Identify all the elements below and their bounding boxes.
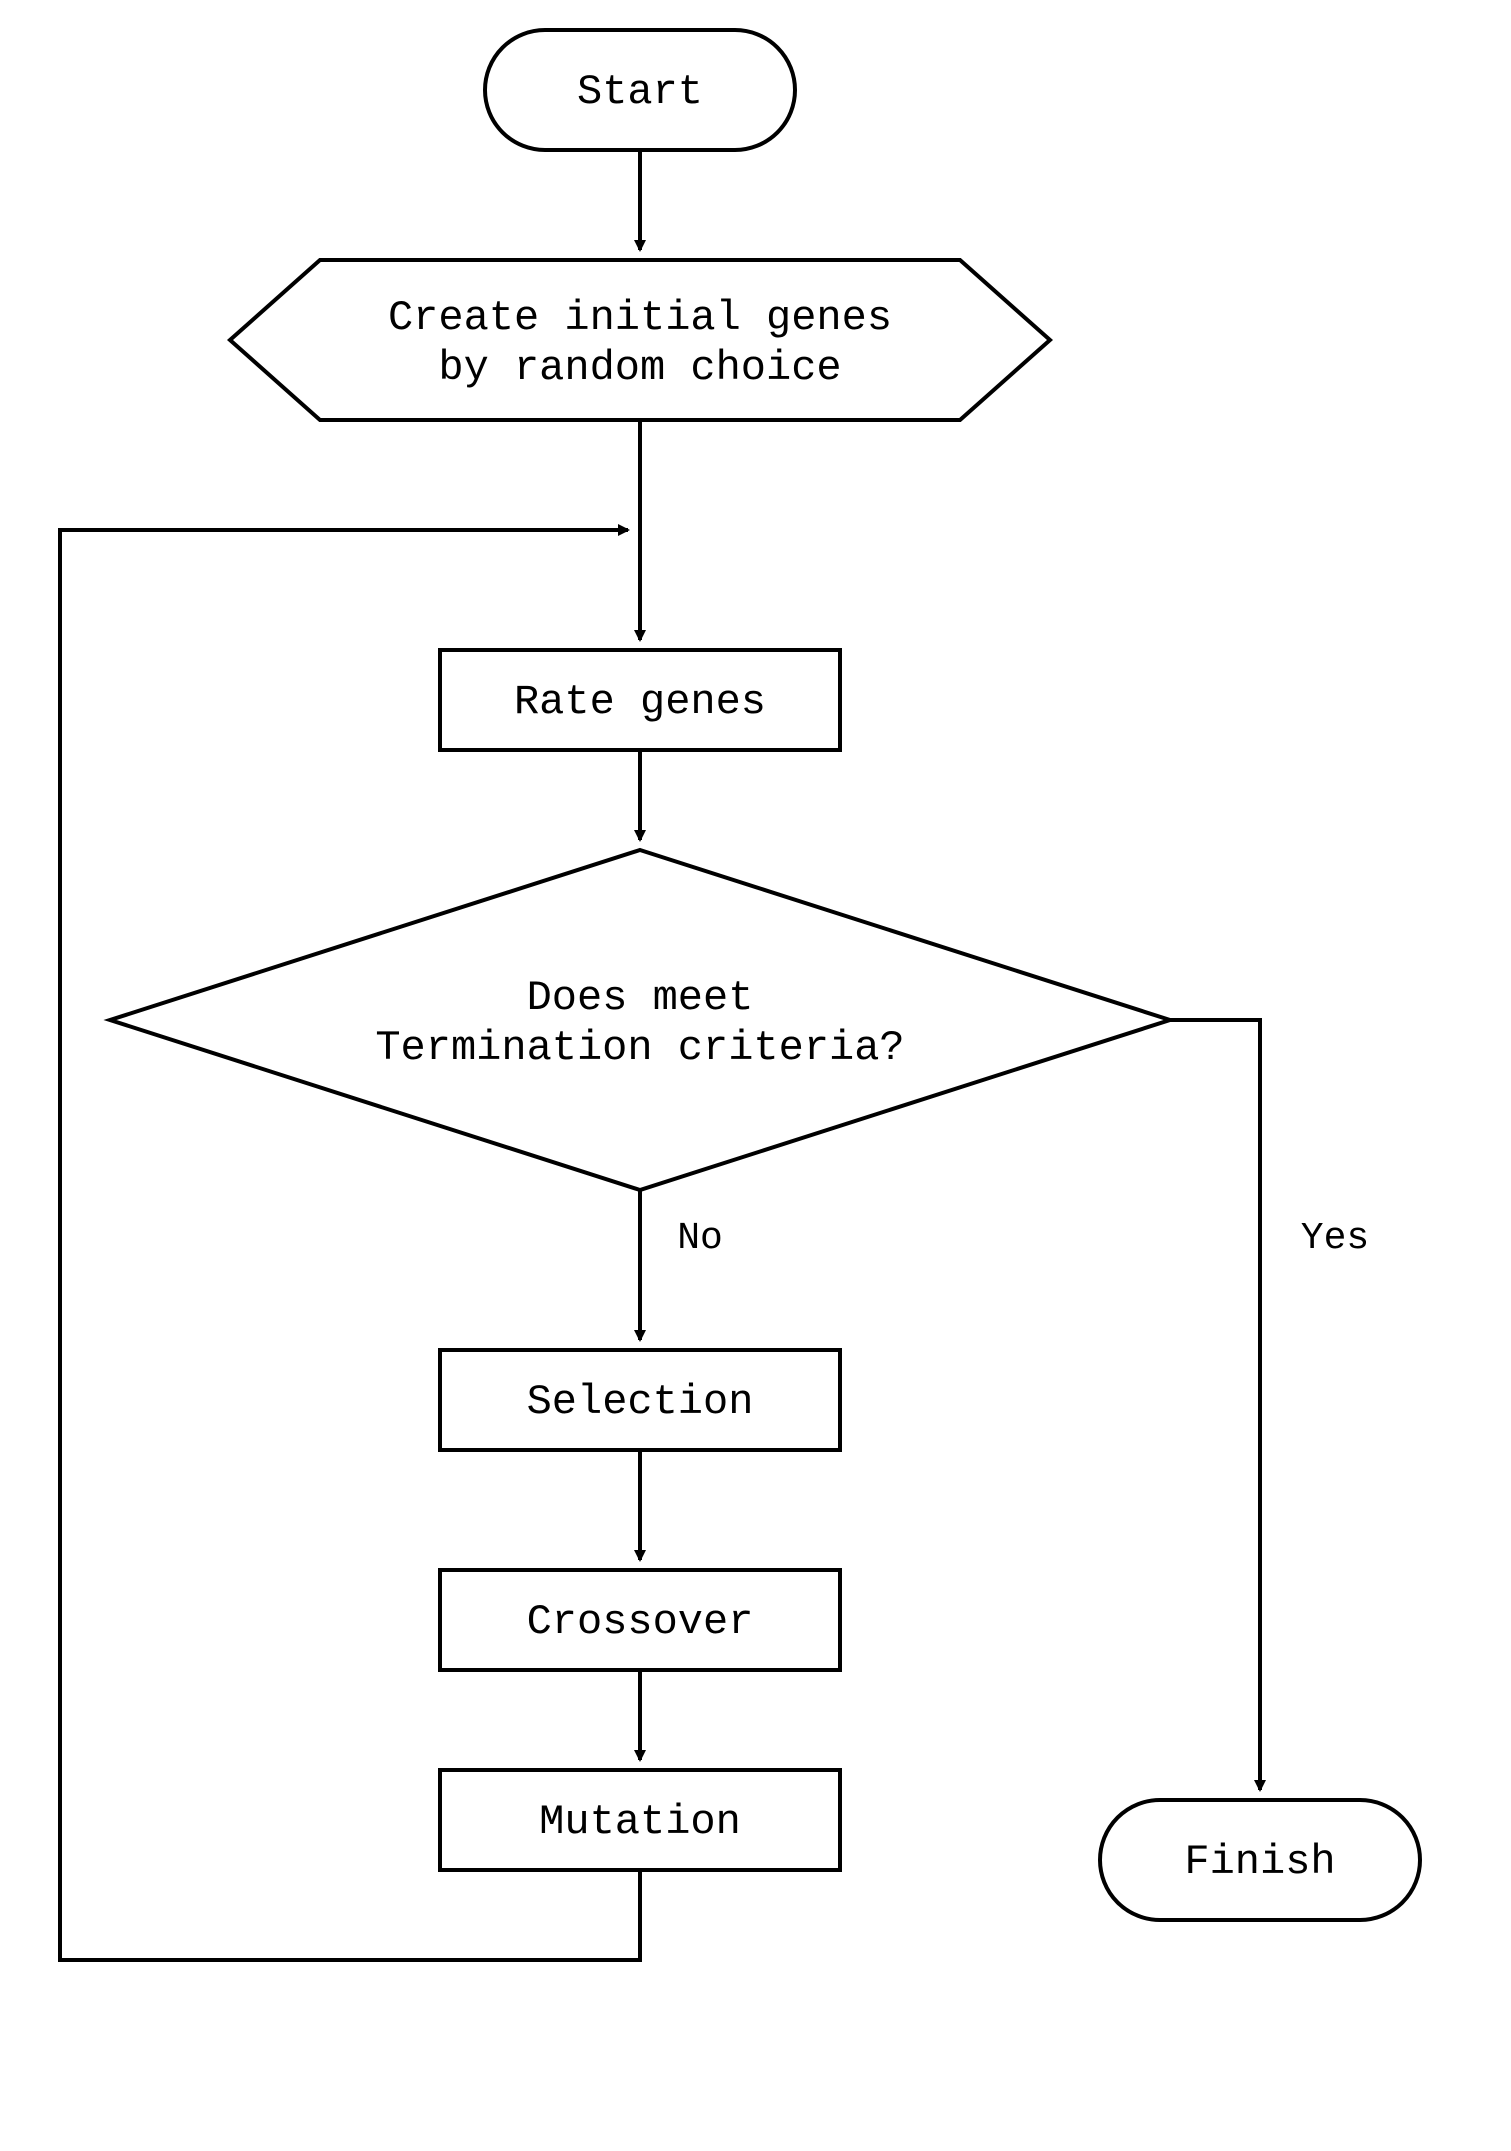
decision-label-line1: Does meet: [527, 974, 754, 1022]
crossover-label: Crossover: [527, 1598, 754, 1646]
rate-label: Rate genes: [514, 678, 766, 726]
flowchart: Start Create initial genes by random cho…: [0, 0, 1511, 2151]
connector-loop-back: [60, 530, 640, 1960]
start-label: Start: [577, 68, 703, 116]
yes-label: Yes: [1301, 1217, 1369, 1260]
create-label-line2: by random choice: [438, 344, 841, 392]
connector-decision-finish: [1170, 1020, 1260, 1790]
create-label-line1: Create initial genes: [388, 294, 892, 342]
selection-label: Selection: [527, 1378, 754, 1426]
decision-label-line2: Termination criteria?: [375, 1024, 904, 1072]
finish-label: Finish: [1184, 1838, 1335, 1886]
mutation-label: Mutation: [539, 1798, 741, 1846]
no-label: No: [677, 1217, 723, 1260]
